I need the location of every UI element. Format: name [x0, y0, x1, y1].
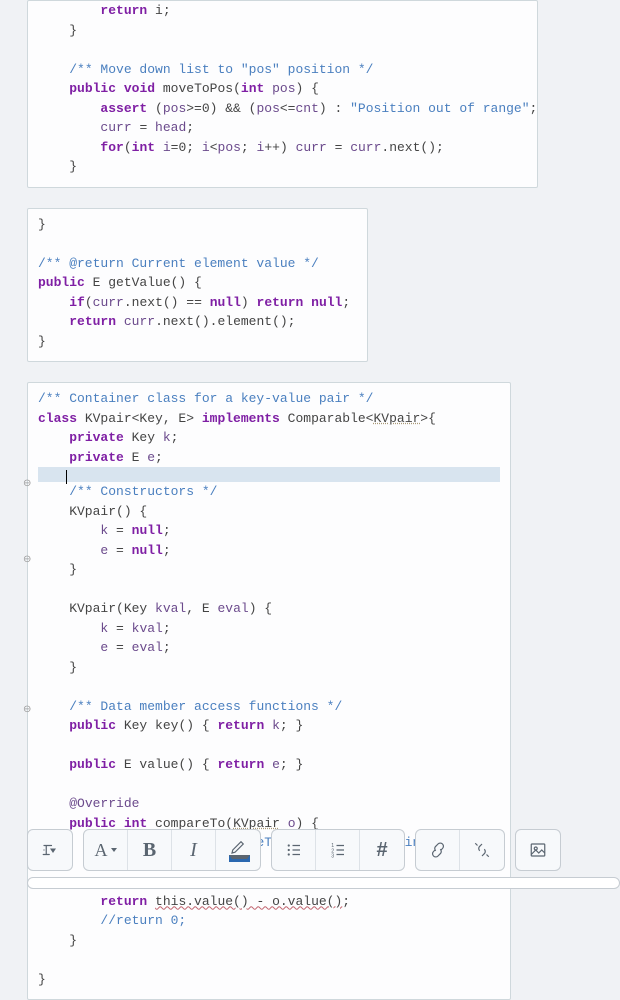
unlink-icon: [473, 841, 491, 859]
image-icon: [529, 841, 547, 859]
code-block-3[interactable]: ⊖ ⊖ ⊖ /** Container class for a key-valu…: [27, 382, 511, 1000]
list-group: 123 #: [271, 829, 405, 871]
code-content-3a: /** Container class for a key-value pair…: [38, 389, 500, 467]
bullet-list-icon: [285, 841, 303, 859]
numbered-list-button[interactable]: 123: [316, 830, 360, 870]
bold-button[interactable]: B: [128, 830, 172, 870]
italic-button[interactable]: I: [172, 830, 216, 870]
image-button[interactable]: [516, 830, 560, 870]
code-content-2: } /** @return Current element value */ p…: [38, 215, 357, 352]
bullet-list-button[interactable]: [272, 830, 316, 870]
unlink-button[interactable]: [460, 830, 504, 870]
svg-text:3: 3: [331, 854, 334, 860]
hash-button[interactable]: #: [360, 830, 404, 870]
editor-toolbar: A B I 123 #: [27, 829, 620, 889]
fold-marker-1[interactable]: ⊖: [23, 477, 31, 492]
text-cursor: [66, 470, 67, 484]
media-group: [515, 829, 561, 871]
link-group: [415, 829, 505, 871]
font-a-label: A: [95, 837, 108, 864]
code-block-1: return i; } /** Move down list to "pos" …: [27, 0, 538, 188]
code-block-2: } /** @return Current element value */ p…: [27, 208, 368, 363]
cursor-line[interactable]: [38, 467, 500, 482]
editor-input-area[interactable]: [27, 877, 620, 889]
paragraph-group: [27, 829, 73, 871]
toolbar-row: A B I 123 #: [27, 829, 620, 871]
paragraph-icon: [41, 841, 59, 859]
fold-marker-3[interactable]: ⊖: [23, 703, 31, 718]
paragraph-button[interactable]: [28, 830, 72, 870]
code-content-3b: /** Constructors */ KVpair() { k = null;…: [38, 482, 500, 989]
font-family-button[interactable]: A: [84, 830, 128, 870]
font-style-group: A B I: [83, 829, 261, 871]
fold-marker-2[interactable]: ⊖: [23, 553, 31, 568]
link-button[interactable]: [416, 830, 460, 870]
text-color-button[interactable]: [216, 830, 260, 870]
pencil-icon: [229, 838, 247, 856]
link-icon: [429, 841, 447, 859]
code-content-1: return i; } /** Move down list to "pos" …: [38, 1, 527, 177]
numbered-list-icon: 123: [329, 841, 347, 859]
